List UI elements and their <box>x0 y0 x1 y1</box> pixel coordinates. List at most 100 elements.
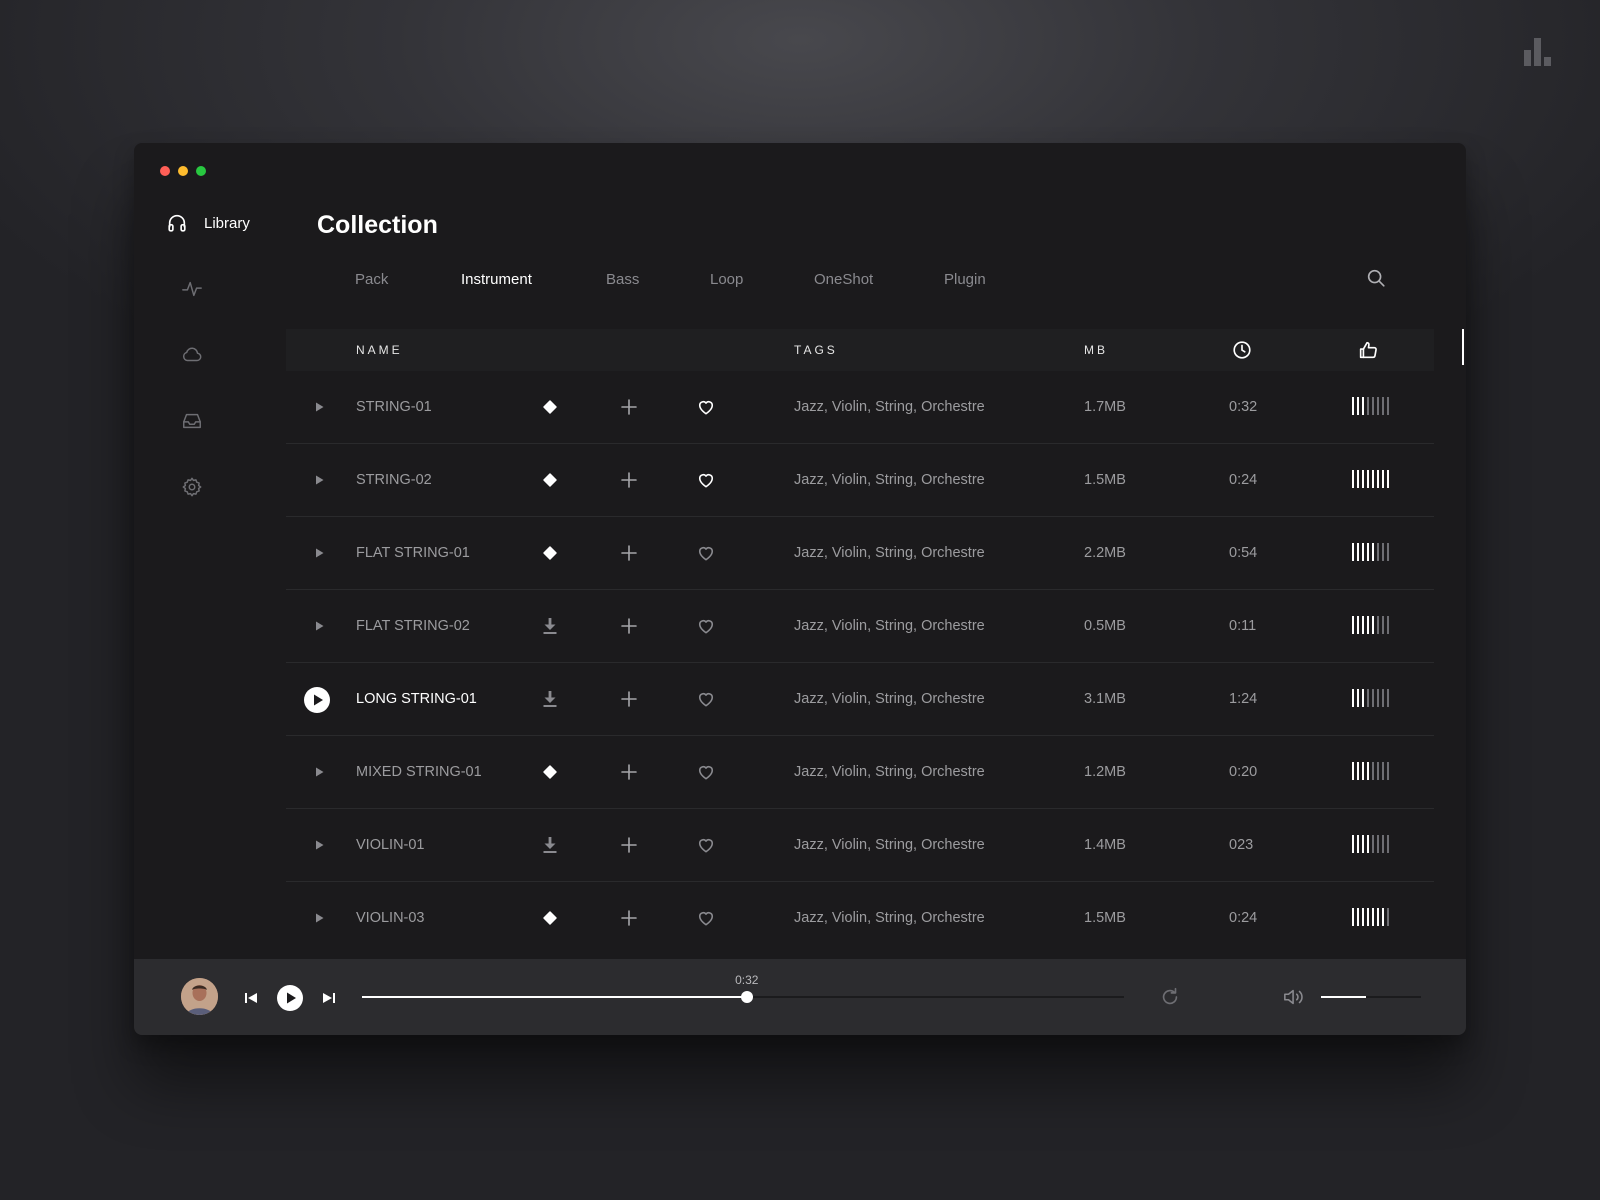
close-window-button[interactable] <box>160 166 170 176</box>
tab-pack[interactable]: Pack <box>355 271 388 288</box>
play-icon[interactable] <box>312 400 326 414</box>
heart-icon[interactable] <box>696 835 716 855</box>
sidebar-item-inbox[interactable] <box>181 410 203 432</box>
table-row[interactable]: VIOLIN-03 Jazz, Violin, String, Orchestre… <box>286 882 1434 955</box>
rating-bar <box>1362 616 1364 634</box>
heart-icon[interactable] <box>696 470 716 490</box>
tab-bass[interactable]: Bass <box>606 271 639 288</box>
volume-icon[interactable] <box>1282 986 1306 1008</box>
minimize-window-button[interactable] <box>178 166 188 176</box>
playback-progress-slider[interactable] <box>362 991 1124 1003</box>
add-icon[interactable] <box>620 836 638 854</box>
sidebar-item-settings[interactable] <box>181 476 203 498</box>
previous-track-icon[interactable] <box>244 991 258 1005</box>
tab-loop[interactable]: Loop <box>710 271 743 288</box>
cloud-icon <box>182 347 202 362</box>
next-track-icon[interactable] <box>322 991 336 1005</box>
rating-bar <box>1382 689 1384 707</box>
add-icon[interactable] <box>620 690 638 708</box>
heart-icon[interactable] <box>696 689 716 709</box>
track-size: 2.2MB <box>1084 545 1126 561</box>
downloaded-icon[interactable] <box>540 470 560 490</box>
rating-meter[interactable] <box>1352 397 1392 415</box>
play-icon[interactable] <box>312 546 326 560</box>
window-controls <box>160 166 206 176</box>
downloaded-icon[interactable] <box>540 762 560 782</box>
progress-handle[interactable] <box>740 991 753 1003</box>
rating-bar <box>1372 689 1374 707</box>
rating-bar <box>1352 762 1354 780</box>
rating-bar <box>1357 762 1359 780</box>
heart-icon[interactable] <box>696 543 716 563</box>
track-size: 1.5MB <box>1084 910 1126 926</box>
downloaded-icon[interactable] <box>540 397 560 417</box>
volume-slider[interactable] <box>1321 996 1421 998</box>
add-icon[interactable] <box>620 763 638 781</box>
table-row[interactable]: LONG STRING-01 Jazz, Violin, String, Orch… <box>286 663 1434 736</box>
rating-bar <box>1362 835 1364 853</box>
zoom-window-button[interactable] <box>196 166 206 176</box>
play-icon[interactable] <box>312 765 326 779</box>
play-icon[interactable] <box>312 473 326 487</box>
add-icon[interactable] <box>620 617 638 635</box>
sidebar-item-library[interactable]: Library <box>166 212 250 234</box>
table-row[interactable]: STRING-01 Jazz, Violin, String, Orchestre… <box>286 371 1434 444</box>
rating-meter[interactable] <box>1352 835 1392 853</box>
play-pause-button[interactable] <box>277 985 303 1011</box>
rating-bar <box>1362 470 1364 488</box>
rating-bar <box>1367 689 1369 707</box>
rating-bar <box>1382 762 1384 780</box>
tab-instrument[interactable]: Instrument <box>461 271 532 288</box>
tab-oneshot[interactable]: OneShot <box>814 271 873 288</box>
add-icon[interactable] <box>620 398 638 416</box>
avatar[interactable] <box>181 978 218 1015</box>
download-icon[interactable] <box>540 616 560 636</box>
rating-meter[interactable] <box>1352 470 1392 488</box>
rating-meter[interactable] <box>1352 689 1392 707</box>
track-size: 1.5MB <box>1084 472 1126 488</box>
rating-bar <box>1377 835 1379 853</box>
search-icon[interactable] <box>1365 267 1387 289</box>
track-name: VIOLIN-01 <box>356 837 425 853</box>
table-row[interactable]: STRING-02 Jazz, Violin, String, Orchestre… <box>286 444 1434 517</box>
row-play-button[interactable] <box>304 687 330 713</box>
add-icon[interactable] <box>620 544 638 562</box>
downloaded-icon[interactable] <box>540 543 560 563</box>
play-icon[interactable] <box>312 838 326 852</box>
rating-meter[interactable] <box>1352 616 1392 634</box>
play-icon[interactable] <box>312 619 326 633</box>
column-header-size[interactable]: MB <box>1084 329 1108 371</box>
table-row[interactable]: MIXED STRING-01 Jazz, Violin, String, Orc… <box>286 736 1434 809</box>
sidebar-item-cloud[interactable] <box>181 344 203 366</box>
rating-bar <box>1362 397 1364 415</box>
column-header-tags[interactable]: TAGS <box>794 329 838 371</box>
thumbs-up-icon[interactable] <box>1357 339 1379 361</box>
table-row[interactable]: FLAT STRING-02 Jazz, Violin, String, Orch… <box>286 590 1434 663</box>
downloaded-icon[interactable] <box>540 908 560 928</box>
add-icon[interactable] <box>620 471 638 489</box>
heart-icon[interactable] <box>696 908 716 928</box>
table-row[interactable]: FLAT STRING-01 Jazz, Violin, String, Orch… <box>286 517 1434 590</box>
repeat-icon[interactable] <box>1159 986 1181 1008</box>
play-icon[interactable] <box>312 911 326 925</box>
column-header-name[interactable]: NAME <box>356 329 403 371</box>
inbox-icon <box>183 413 201 429</box>
sidebar-item-activity[interactable] <box>181 278 203 300</box>
scrollbar-thumb[interactable] <box>1462 329 1464 365</box>
rating-meter[interactable] <box>1352 908 1392 926</box>
heart-icon[interactable] <box>696 397 716 417</box>
heart-icon[interactable] <box>696 762 716 782</box>
page-title: Collection <box>317 211 438 239</box>
track-name: VIOLIN-03 <box>356 910 425 926</box>
rating-bar <box>1352 397 1354 415</box>
clock-icon[interactable] <box>1231 339 1253 361</box>
tab-plugin[interactable]: Plugin <box>944 271 986 288</box>
rating-meter[interactable] <box>1352 762 1392 780</box>
add-icon[interactable] <box>620 909 638 927</box>
rating-meter[interactable] <box>1352 543 1392 561</box>
track-name: FLAT STRING-02 <box>356 618 470 634</box>
download-icon[interactable] <box>540 835 560 855</box>
download-icon[interactable] <box>540 689 560 709</box>
heart-icon[interactable] <box>696 616 716 636</box>
table-row[interactable]: VIOLIN-01 Jazz, Violin, String, Orchestre… <box>286 809 1434 882</box>
